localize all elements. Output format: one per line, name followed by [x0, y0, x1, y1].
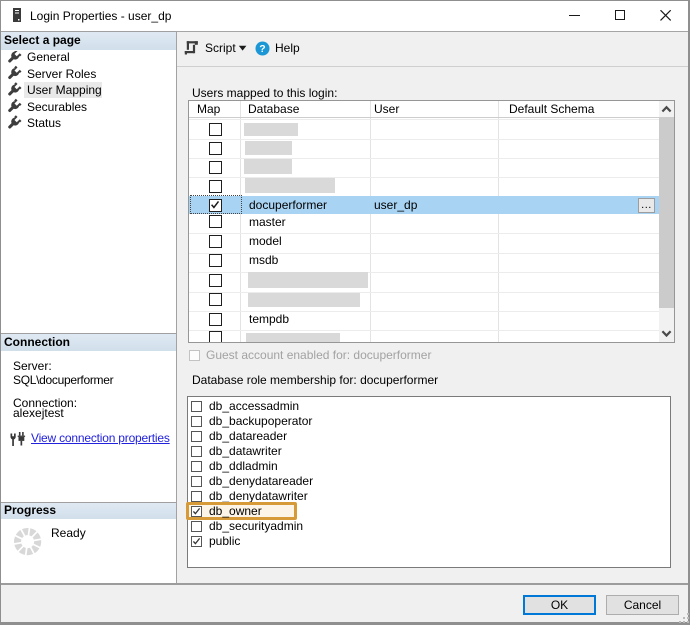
svg-text:?: ?: [259, 43, 265, 55]
